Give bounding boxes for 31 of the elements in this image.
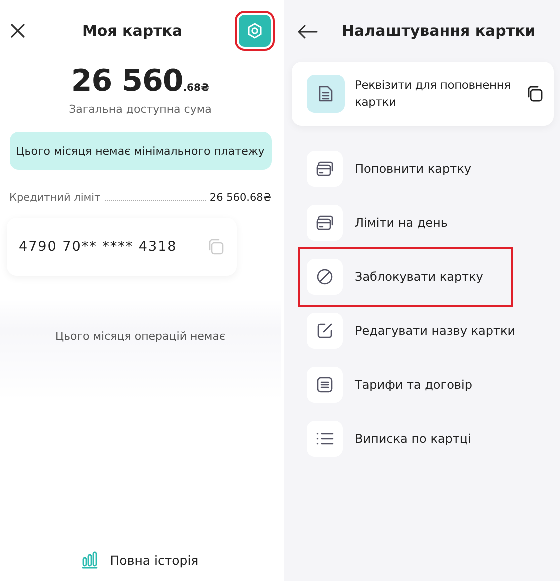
card-icon [307, 151, 343, 187]
full-history-button[interactable]: Повна історія [82, 551, 199, 569]
card-icon [307, 205, 343, 241]
empty-operations-text: Цього місяця операцій немає [55, 330, 226, 343]
gear-icon [246, 22, 264, 40]
credit-limit-label: Кредитний ліміт [10, 192, 101, 204]
settings-item[interactable]: Заблокувати картку [304, 253, 508, 301]
back-icon[interactable] [298, 24, 318, 38]
close-icon[interactable] [10, 23, 26, 39]
bar-chart-icon [82, 551, 98, 569]
balance-fraction: .68₴ [183, 83, 210, 94]
screen-title: Моя картка [81, 22, 184, 40]
document-icon [307, 367, 343, 403]
settings-item[interactable]: Поповнити картку [307, 145, 472, 193]
list-icon [307, 421, 343, 457]
copy-icon[interactable] [526, 85, 544, 103]
settings-item[interactable]: Тарифи та договір [307, 361, 472, 409]
payment-notice: Цього місяця немає мінімального платежу [10, 132, 272, 170]
settings-item[interactable]: Редагувати назву картки [307, 307, 516, 355]
settings-item[interactable]: Виписка по картці [307, 415, 472, 463]
balance-amount: 26 560 [71, 64, 184, 99]
block-icon [307, 259, 343, 295]
document-icon [307, 75, 345, 113]
card-number: 4790 70** **** 4318 [19, 239, 178, 255]
balance-caption: Загальна доступна сума [69, 103, 212, 116]
screen-title: Налаштування картки [342, 22, 536, 40]
requisites-label: Реквізити для поповнення картки [355, 76, 512, 111]
credit-limit-value: 26 560.68₴ [210, 192, 272, 204]
requisites-card[interactable]: Реквізити для поповнення картки [292, 62, 554, 126]
edit-icon [307, 313, 343, 349]
settings-item[interactable]: Ліміти на день [307, 199, 448, 247]
